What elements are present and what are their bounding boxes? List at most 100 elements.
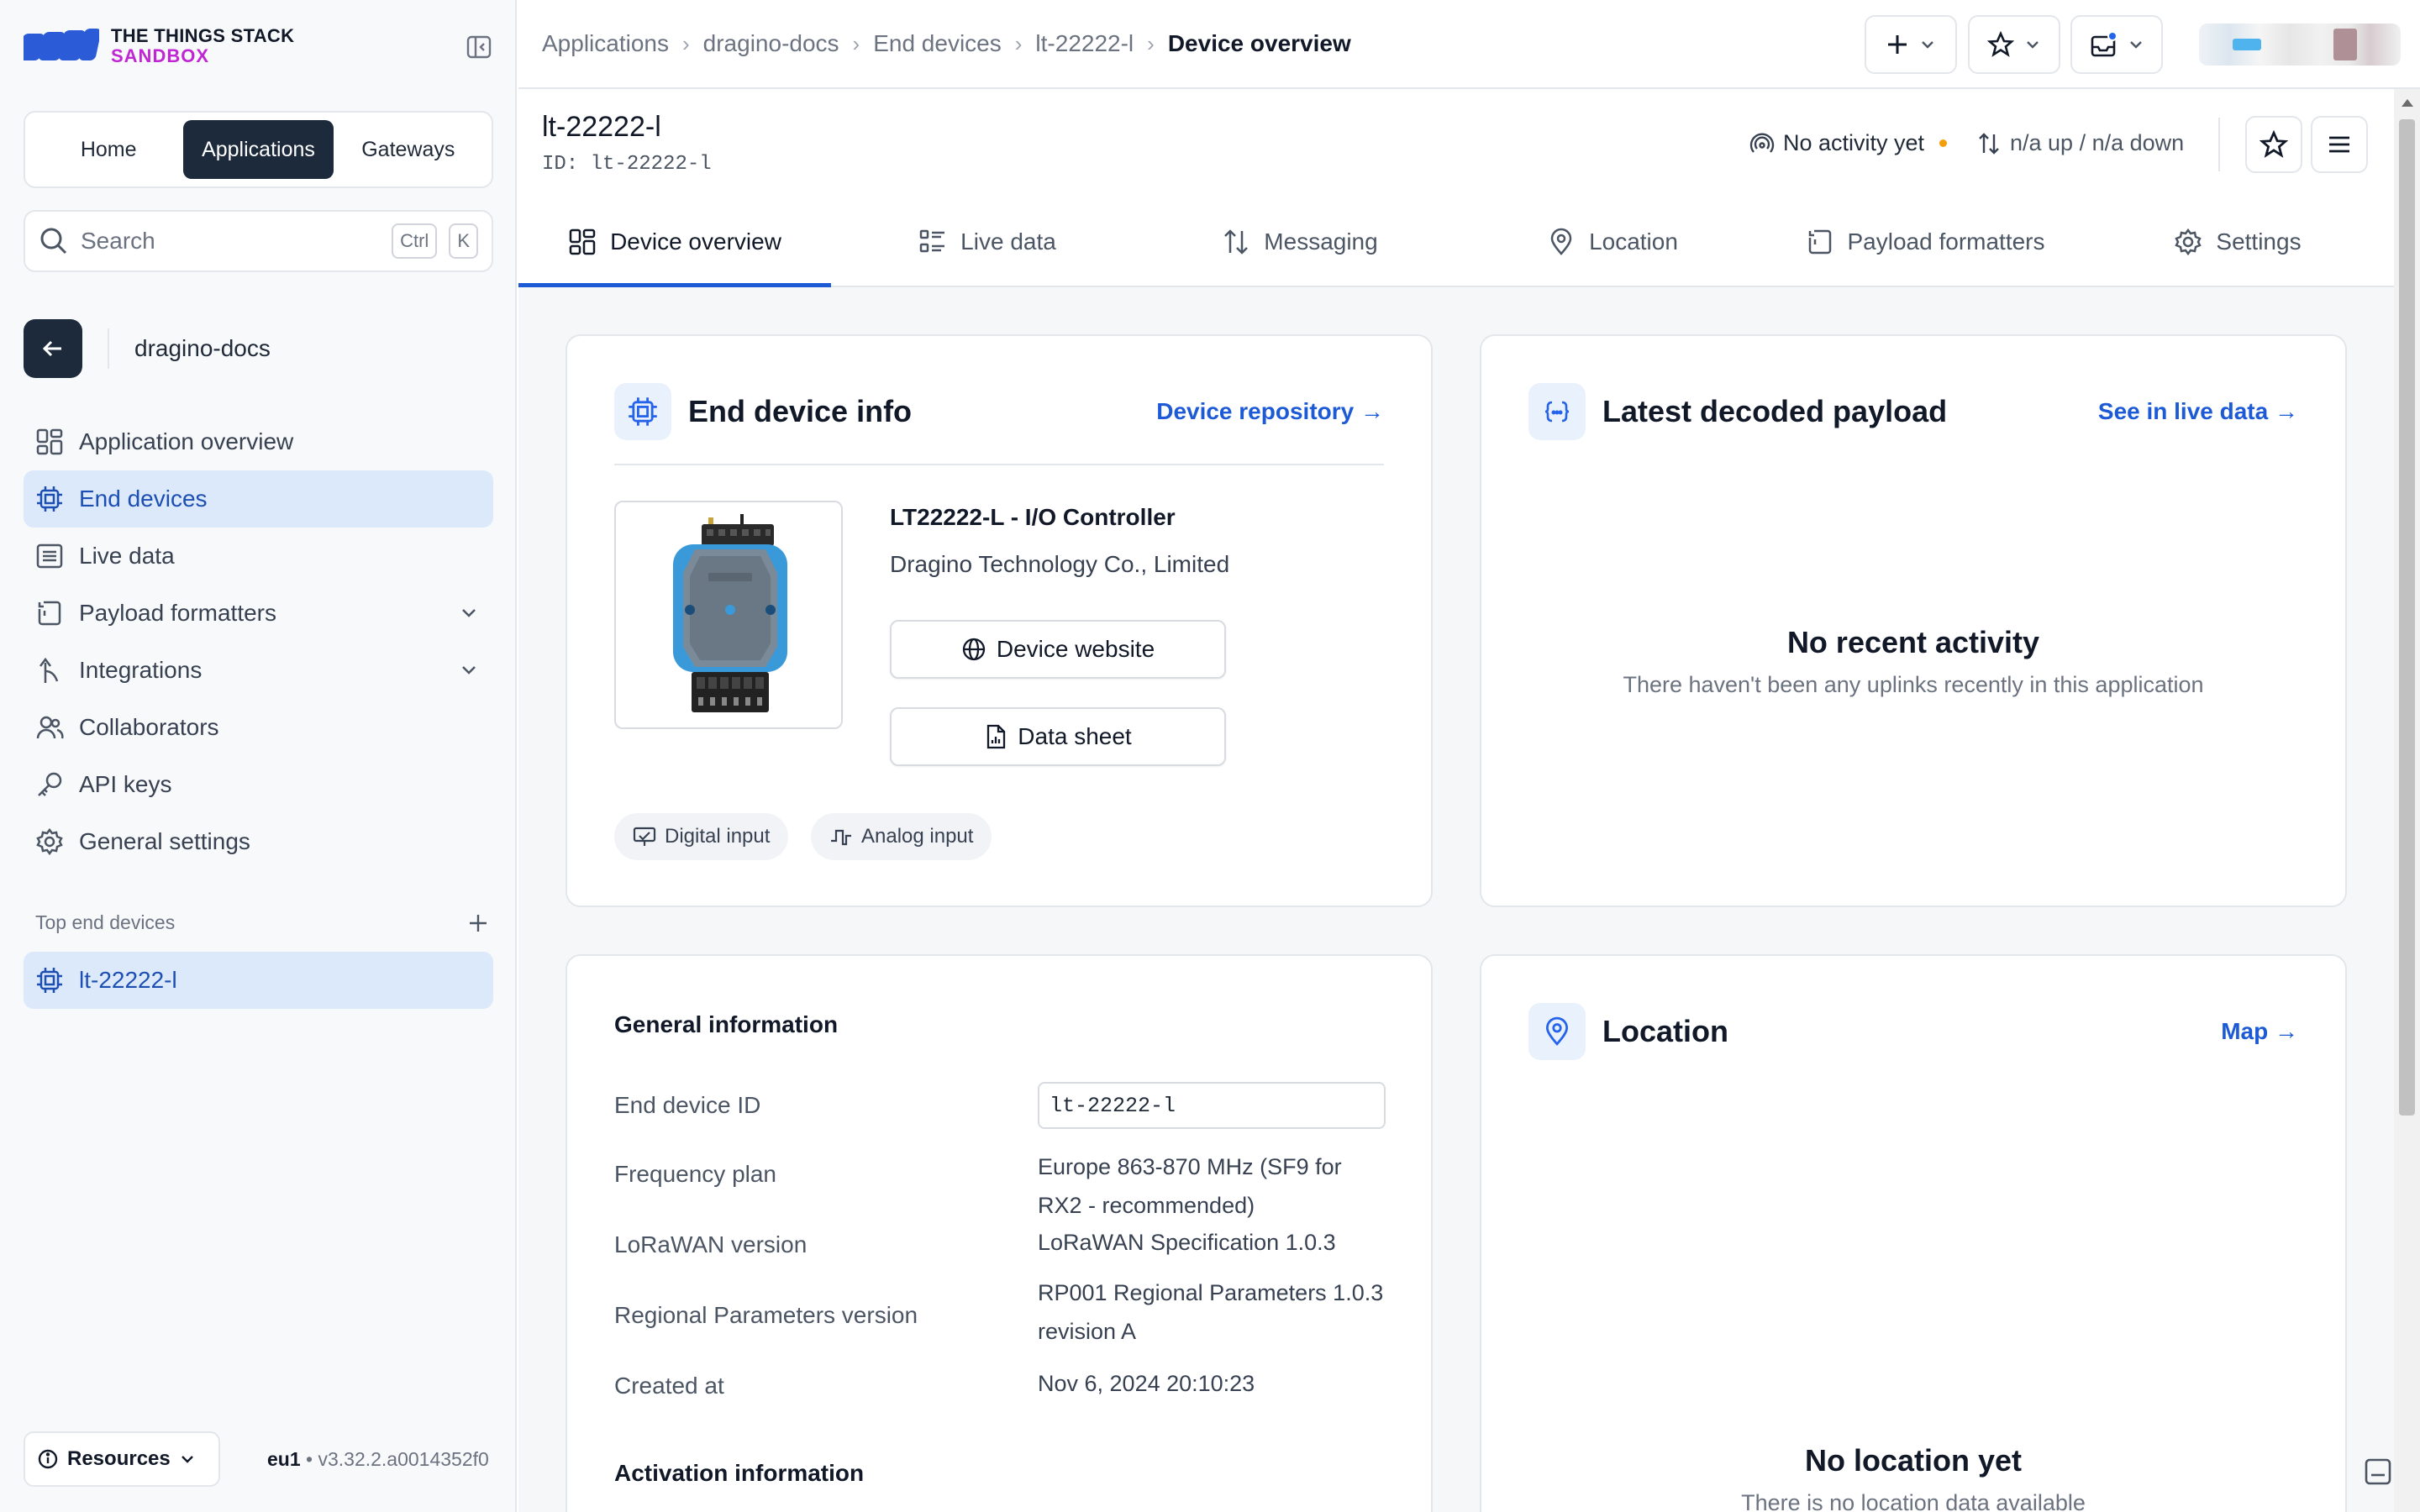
code-icon — [1808, 229, 1831, 255]
users-icon — [36, 716, 64, 739]
logo-title: THE THINGS STACK — [111, 25, 295, 46]
scrollbar[interactable] — [2394, 89, 2420, 1512]
end-device-id-field[interactable]: lt-22222-l — [1038, 1082, 1386, 1129]
tab-label: Payload formatters — [1847, 228, 2045, 255]
capability-tag: Analog input — [811, 813, 992, 860]
card-title: Location — [1602, 1014, 1728, 1048]
info-icon — [38, 1449, 58, 1469]
frequency-plan-value: Europe 863-870 MHz (SF9 for RX2 - recomm… — [1038, 1154, 1342, 1218]
sidebar-item-integrations[interactable]: Integrations — [24, 642, 493, 699]
device-repository-link[interactable]: Device repository → — [1156, 398, 1384, 425]
see-live-data-link[interactable]: See in live data → — [2098, 398, 2298, 425]
sidebar-item-payload-formatters[interactable]: Payload formatters — [24, 585, 493, 642]
top-end-device-item[interactable]: lt-22222-l — [24, 952, 493, 1009]
feedback-icon[interactable] — [2360, 1453, 2396, 1490]
sidebar-item-api-keys[interactable]: API keys — [24, 756, 493, 813]
star-icon — [2260, 130, 2288, 158]
tab-device-overview[interactable]: Device overview — [518, 198, 831, 287]
version-info: eu1 • v3.32.2.a0014352f0 — [267, 1448, 489, 1471]
empty-state-title: No location yet — [1804, 1443, 2023, 1478]
integrations-icon — [39, 657, 59, 683]
map-link[interactable]: Map → — [2221, 1018, 2298, 1045]
sidebar-item-collaborators[interactable]: Collaborators — [24, 699, 493, 756]
tab-settings[interactable]: Settings — [2081, 198, 2394, 286]
activity-label: No activity yet — [1783, 130, 1925, 155]
sidebar: THE THINGS STACK SANDBOX Home Applicatio… — [0, 0, 517, 1512]
signal-icon — [1749, 133, 1775, 153]
back-button[interactable] — [24, 319, 82, 378]
breadcrumb-device[interactable]: lt-22222-l — [1035, 30, 1134, 57]
data-sheet-button[interactable]: Data sheet — [890, 707, 1226, 766]
switcher-gateways[interactable]: Gateways — [334, 120, 483, 179]
breadcrumb: Applications › dragino-docs › End device… — [542, 30, 1351, 57]
logo[interactable]: THE THINGS STACK SANDBOX — [24, 25, 294, 67]
chevron-down-icon — [181, 1456, 193, 1463]
scroll-up-icon[interactable] — [2402, 99, 2413, 107]
traffic-label: n/a up / n/a down — [2010, 130, 2185, 155]
device-menu-button[interactable] — [2311, 116, 2368, 173]
grid-icon — [36, 428, 63, 455]
status-dot — [1939, 139, 1948, 147]
scrollbar-thumb[interactable] — [2399, 119, 2415, 1116]
sidebar-item-label: Integrations — [79, 657, 203, 683]
sidebar-item-general-settings[interactable]: General settings — [24, 813, 493, 870]
application-name: dragino-docs — [134, 335, 271, 361]
shortcut-ctrl: Ctrl — [392, 223, 438, 259]
switcher-applications[interactable]: Applications — [183, 120, 334, 179]
field-label: End device ID — [614, 1092, 761, 1118]
breadcrumb-current: Device overview — [1167, 30, 1351, 56]
sidebar-item-label: Payload formatters — [79, 600, 276, 626]
cluster-region: eu1 — [267, 1448, 301, 1470]
divider — [614, 464, 1384, 465]
tab-location[interactable]: Location — [1456, 198, 1769, 286]
breadcrumb-end-devices[interactable]: End devices — [873, 30, 1002, 57]
empty-state-description: There haven't been any uplinks recently … — [1623, 672, 2204, 697]
bookmark-device-button[interactable] — [2245, 116, 2302, 173]
device-vendor: Dragino Technology Co., Limited — [890, 551, 1230, 577]
device-model: LT22222-L - I/O Controller — [890, 504, 1176, 530]
list-details-icon — [919, 229, 945, 253]
bookmarks-dropdown-button[interactable] — [1968, 15, 2060, 74]
tab-live-data[interactable]: Live data — [831, 198, 1144, 286]
field-label: Regional Parameters version — [614, 1302, 918, 1328]
user-menu-avatar[interactable] — [2199, 24, 2401, 66]
sidebar-item-end-devices[interactable]: End devices — [24, 470, 493, 528]
created-at-value: Nov 6, 2024 20:10:23 — [1038, 1371, 1255, 1396]
tab-label: Live data — [960, 228, 1056, 255]
sidebar-item-live-data[interactable]: Live data — [24, 528, 493, 585]
sidebar-item-label: Collaborators — [79, 714, 219, 740]
tab-payload-formatters[interactable]: Payload formatters — [1769, 198, 2081, 286]
collapse-sidebar-icon[interactable] — [466, 34, 492, 60]
sidebar-item-label: Application overview — [79, 428, 294, 454]
sidebar-item-application-overview[interactable]: Application overview — [24, 413, 493, 470]
search-input[interactable]: Search Ctrl K — [24, 210, 493, 272]
breadcrumb-applications[interactable]: Applications — [542, 30, 669, 57]
add-dropdown-button[interactable] — [1865, 15, 1957, 74]
chevron-down-icon — [462, 666, 476, 675]
resources-button[interactable]: Resources — [24, 1431, 220, 1487]
breadcrumb-application[interactable]: dragino-docs — [703, 30, 839, 57]
list-icon — [36, 543, 63, 569]
device-website-label: Device website — [996, 636, 1155, 662]
stack-version: • v3.32.2.a0014352f0 — [300, 1448, 489, 1470]
notifications-dropdown-button[interactable] — [2070, 15, 2163, 74]
main-content: End device info Device repository → LT22… — [518, 287, 2394, 1512]
section-title: Activation information — [614, 1460, 865, 1486]
lorawan-version-value: LoRaWAN Specification 1.0.3 — [1038, 1230, 1336, 1255]
resources-label: Resources — [67, 1447, 171, 1470]
plus-icon[interactable] — [467, 912, 489, 934]
data-sheet-label: Data sheet — [1018, 723, 1132, 749]
chevron-down-icon — [2130, 41, 2142, 49]
globe-icon — [962, 638, 985, 661]
chip-icon — [37, 968, 62, 993]
sidebar-item-label: Live data — [79, 543, 175, 569]
device-tabs: Device overview Live data Messaging Loca… — [518, 198, 2394, 287]
chevron-down-icon — [2027, 41, 2039, 49]
tab-label: Location — [1589, 228, 1678, 255]
sidebar-item-label: General settings — [79, 828, 250, 854]
capability-tag: Digital input — [614, 813, 789, 860]
tab-messaging[interactable]: Messaging — [1144, 198, 1456, 286]
device-website-button[interactable]: Device website — [890, 620, 1226, 679]
switcher-home[interactable]: Home — [34, 120, 183, 179]
tab-label: Settings — [2216, 228, 2302, 255]
